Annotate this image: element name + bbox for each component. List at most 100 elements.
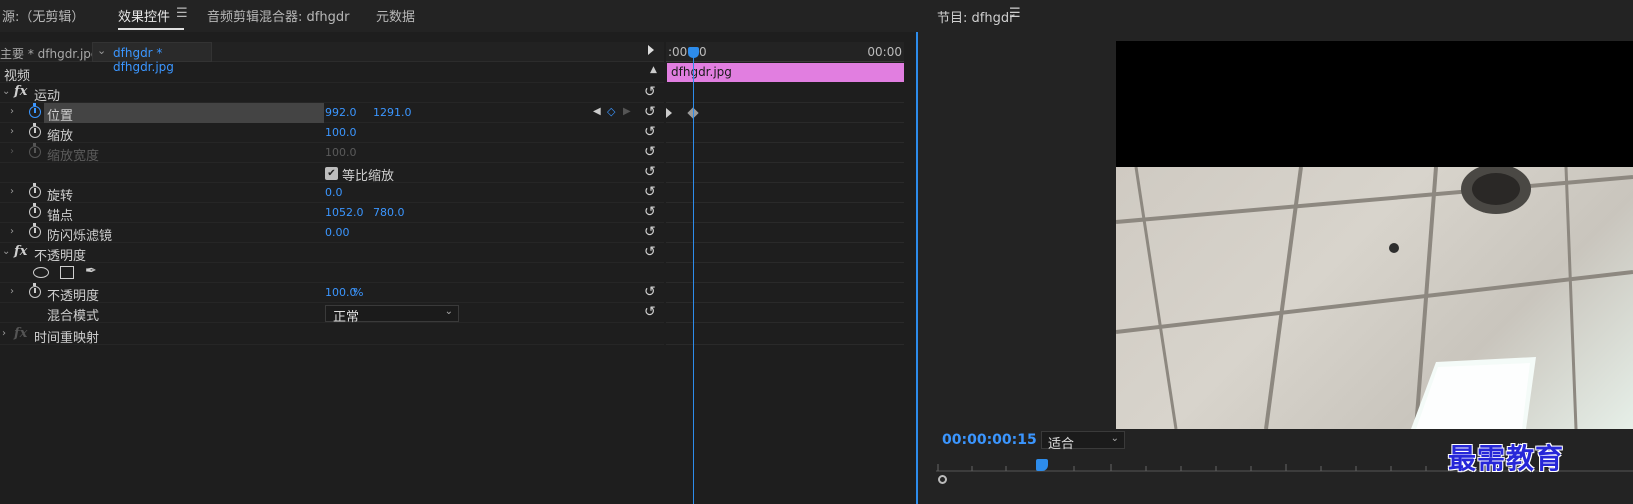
motion-label: 运动 xyxy=(34,89,61,104)
tab-source[interactable]: 源:（无剪辑） xyxy=(2,6,84,25)
position-x-value[interactable]: 992.0 xyxy=(325,106,357,119)
scale-value[interactable]: 100.0 xyxy=(325,126,357,139)
reset-icon[interactable]: ↺ xyxy=(644,104,656,120)
param-opacity: › 不透明度 100.0 % ↺ xyxy=(0,283,664,304)
divider xyxy=(666,344,904,345)
divider xyxy=(666,302,904,303)
expand-chevron-icon[interactable]: › xyxy=(10,126,14,137)
tab-effect-controls[interactable]: 效果控件 xyxy=(118,6,170,25)
expand-chevron-icon[interactable]: › xyxy=(10,186,14,197)
reset-icon[interactable]: ↺ xyxy=(644,244,656,260)
time-remap-label: 时间重映射 xyxy=(34,331,100,346)
param-uniform-scale: ✔ 等比缩放 ↺ xyxy=(0,163,664,184)
stopwatch-icon[interactable] xyxy=(29,183,41,198)
expand-chevron-icon[interactable]: › xyxy=(2,328,6,339)
next-keyframe-icon[interactable]: ▶ xyxy=(623,106,631,117)
tab-audio-mixer[interactable]: 音频剪辑混合器: dfhgdr xyxy=(207,6,349,25)
reset-icon[interactable]: ↺ xyxy=(644,224,656,240)
flicker-value[interactable]: 0.00 xyxy=(325,226,350,239)
playhead-timecode[interactable]: 00:00:00:15 xyxy=(942,432,1037,448)
effect-time-remap: › fx 时间重映射 xyxy=(0,325,664,346)
pen-mask-icon[interactable]: ✒ xyxy=(85,263,97,279)
divider xyxy=(666,122,904,123)
clip-selector-bar: 主要 * dfhgdr.jpg ⌄ dfhgdr * dfhgdr.jpg xyxy=(0,42,664,74)
master-clip-label[interactable]: 主要 * dfhgdr.jpg xyxy=(0,45,99,62)
reset-icon[interactable]: ↺ xyxy=(644,144,656,160)
expand-chevron-icon[interactable]: › xyxy=(10,106,14,117)
reset-icon[interactable]: ↺ xyxy=(644,304,656,320)
reset-icon[interactable]: ↺ xyxy=(644,84,656,100)
expand-chevron-icon: › xyxy=(10,146,14,157)
position-y-value[interactable]: 1291.0 xyxy=(373,106,412,119)
expand-chevron-icon[interactable]: › xyxy=(10,286,14,297)
divider xyxy=(666,162,904,163)
effect-opacity: ⌄ fx 不透明度 ↺ xyxy=(0,243,664,264)
collapse-up-icon[interactable]: ▲ xyxy=(650,65,657,75)
zoom-fit-value: 适合 xyxy=(1048,437,1075,452)
blend-mode-dropdown[interactable]: 正常 ⌄ xyxy=(325,305,459,325)
reset-icon[interactable]: ↺ xyxy=(644,204,656,220)
video-section-header: 视频 ▲ xyxy=(0,63,664,84)
panel-tabs: 源:（无剪辑） 效果控件 ☰ 音频剪辑混合器: dfhgdr 元数据 xyxy=(0,0,918,32)
fx-icon: fx xyxy=(14,326,28,341)
opacity-group-label: 不透明度 xyxy=(34,249,87,264)
anchor-y-value[interactable]: 780.0 xyxy=(373,206,405,219)
stopwatch-icon[interactable] xyxy=(29,123,41,138)
reset-icon[interactable]: ↺ xyxy=(644,124,656,140)
mask-tools: ✒ xyxy=(0,263,664,283)
timeline-end-label: 00:00 xyxy=(867,45,902,59)
opacity-label: 不透明度 xyxy=(47,289,100,304)
stopwatch-icon[interactable] xyxy=(29,203,41,218)
timeline-clip[interactable]: dfhgdr.jpg xyxy=(667,63,904,82)
rotation-value[interactable]: 0.0 xyxy=(325,186,343,199)
zoom-scroll-handle[interactable] xyxy=(938,475,947,484)
reset-icon[interactable]: ↺ xyxy=(644,284,656,300)
clip-dropdown[interactable]: ⌄ dfhgdr * dfhgdr.jpg xyxy=(92,42,212,74)
playhead-handle[interactable] xyxy=(688,47,699,58)
uniform-scale-checkbox[interactable]: ✔ xyxy=(325,167,338,180)
monitor-playhead[interactable] xyxy=(1036,459,1048,471)
divider xyxy=(666,142,904,143)
scale-label: 缩放 xyxy=(47,129,74,144)
reset-icon[interactable]: ↺ xyxy=(644,164,656,180)
param-scale: › 缩放 100.0 ↺ xyxy=(0,123,664,144)
stopwatch-icon[interactable] xyxy=(29,223,41,238)
divider xyxy=(666,202,904,203)
program-monitor-title[interactable]: 节目: dfhgdr xyxy=(937,7,1014,26)
divider xyxy=(666,242,904,243)
stopwatch-icon[interactable] xyxy=(29,283,41,298)
fx-icon[interactable]: fx xyxy=(14,84,27,99)
chevron-down-icon: ⌄ xyxy=(97,44,107,57)
add-keyframe-icon[interactable]: ◇ xyxy=(607,105,615,118)
opacity-unit: % xyxy=(353,286,364,299)
fx-icon[interactable]: fx xyxy=(14,244,27,259)
position-label: 位置 xyxy=(47,109,74,124)
expand-chevron-icon[interactable]: ⌄ xyxy=(2,246,10,257)
prev-keyframe-icon[interactable]: ◀ xyxy=(593,106,601,117)
opacity-value[interactable]: 100.0 xyxy=(325,286,357,299)
chevron-down-icon: ⌄ xyxy=(444,306,453,317)
ellipse-mask-icon[interactable] xyxy=(33,267,49,278)
expand-chevron-icon[interactable]: › xyxy=(10,226,14,237)
flicker-label: 防闪烁滤镜 xyxy=(47,229,113,244)
divider xyxy=(666,182,904,183)
expand-chevron-icon[interactable]: ⌄ xyxy=(2,86,10,97)
divider xyxy=(666,222,904,223)
panel-menu-icon[interactable]: ☰ xyxy=(1009,6,1021,21)
reset-icon[interactable]: ↺ xyxy=(644,184,656,200)
tab-metadata[interactable]: 元数据 xyxy=(376,6,415,25)
anchor-label: 锚点 xyxy=(47,209,74,224)
zoom-fit-dropdown[interactable]: 适合 ⌄ xyxy=(1041,431,1125,452)
divider xyxy=(666,262,904,263)
stopwatch-icon[interactable] xyxy=(29,103,41,118)
rotation-label: 旋转 xyxy=(47,189,74,204)
rectangle-mask-icon[interactable] xyxy=(60,266,74,279)
show-timeline-toggle-icon[interactable] xyxy=(648,45,654,55)
keyframe-nav-arrow-icon[interactable] xyxy=(666,108,672,118)
timeline-ruler[interactable]: :00:00 00:00 xyxy=(666,42,904,62)
blend-mode-label: 混合模式 xyxy=(47,309,100,324)
scale-width-label: 缩放宽度 xyxy=(47,149,100,164)
panel-menu-icon[interactable]: ☰ xyxy=(176,6,188,21)
scale-width-value: 100.0 xyxy=(325,146,357,159)
anchor-x-value[interactable]: 1052.0 xyxy=(325,206,364,219)
